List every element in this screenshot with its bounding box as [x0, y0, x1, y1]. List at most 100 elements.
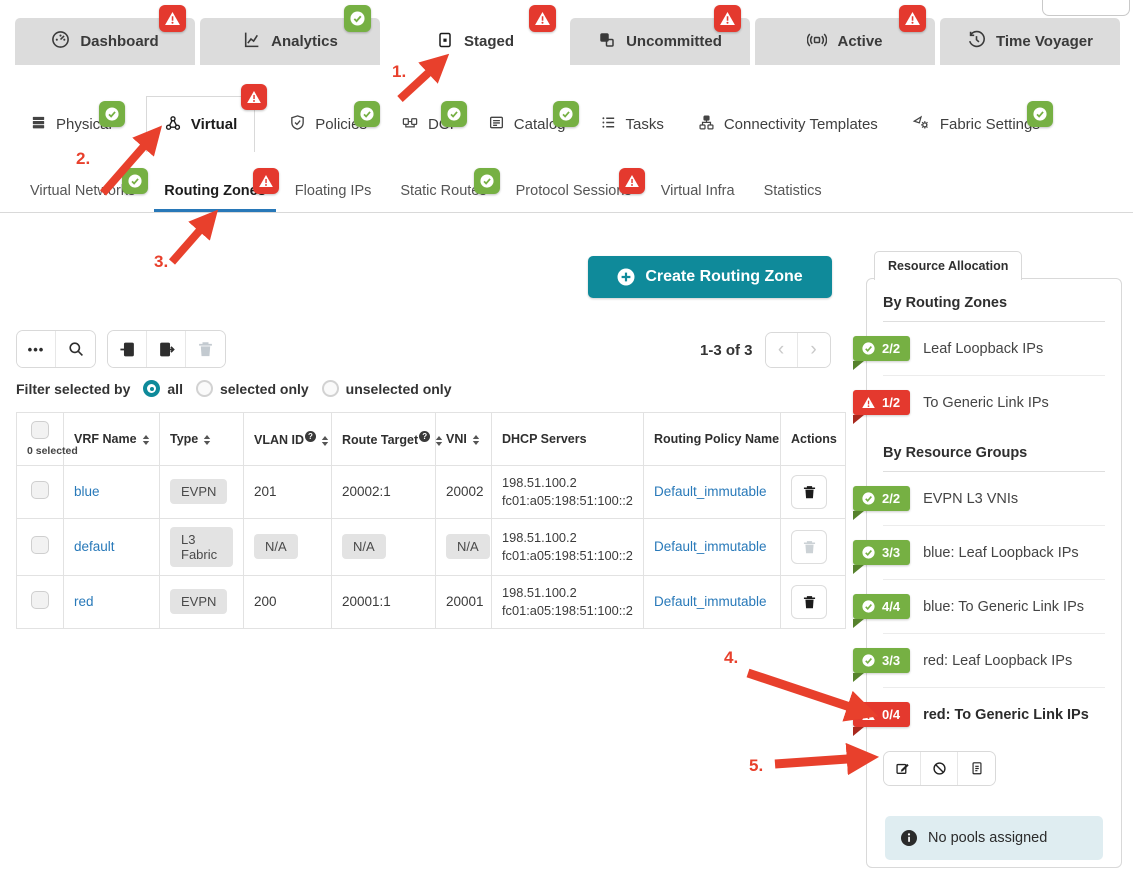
delete-selected-button[interactable]: [186, 331, 225, 367]
tab-label: Uncommitted: [626, 33, 722, 50]
allocation-item[interactable]: 3/3 red: Leaf Loopback IPs: [853, 634, 1105, 688]
dci-icon: [401, 114, 419, 135]
type-pill: EVPN: [170, 479, 228, 505]
delete-row-button[interactable]: [791, 584, 827, 619]
na-pill: N/A: [342, 534, 386, 560]
edit-allocation-button[interactable]: [884, 752, 921, 785]
prev-page-button[interactable]: ‹: [765, 333, 798, 367]
annotation-step-2: 2.: [76, 149, 91, 168]
allocation-item[interactable]: 1/2 To Generic Link IPs: [853, 376, 1105, 429]
tab-time-voyager[interactable]: Time Voyager: [940, 18, 1120, 65]
allocation-item[interactable]: 2/2 Leaf Loopback IPs: [853, 322, 1105, 376]
create-routing-zone-button[interactable]: Create Routing Zone: [588, 256, 832, 298]
tab-virtual-networks[interactable]: Virtual Networks: [30, 167, 149, 199]
tab-virtual-infra[interactable]: Virtual Infra: [661, 183, 735, 199]
success-badge: [353, 100, 380, 127]
time-voyager-icon: [967, 30, 986, 53]
routing-policy-link[interactable]: Default_immutable: [654, 484, 767, 499]
toolbar-group-right: [107, 330, 226, 368]
annotation-arrow-5: [774, 742, 880, 776]
trash-icon: [803, 540, 815, 554]
allocation-item[interactable]: 3/3 blue: Leaf Loopback IPs: [853, 526, 1105, 580]
delete-row-button[interactable]: [791, 474, 827, 509]
partial-toolbar-pill: [1042, 0, 1130, 16]
check-circle-icon: [862, 600, 875, 613]
vrf-link[interactable]: default: [74, 539, 115, 554]
allocation-item-selected[interactable]: 0/4 red: To Generic Link IPs: [853, 688, 1105, 741]
section-by-resource-groups: By Resource Groups: [883, 429, 1105, 472]
subtab-label: Virtual: [190, 116, 238, 133]
subtab-label: Tasks: [625, 115, 664, 133]
subtab-policies[interactable]: Policies: [289, 100, 380, 135]
subtab-physical[interactable]: Physical: [30, 100, 125, 135]
sort-icon: [321, 435, 329, 446]
col-vni[interactable]: VNI: [435, 412, 492, 466]
col-vrf-name[interactable]: VRF Name: [63, 412, 160, 466]
tab-floating-ips[interactable]: Floating IPs: [295, 183, 372, 199]
check-circle-icon: [862, 342, 875, 355]
radio-all[interactable]: all: [143, 380, 183, 397]
check-circle-icon: [862, 546, 875, 559]
next-page-button[interactable]: ›: [797, 333, 830, 367]
subtab-dci[interactable]: DCI: [401, 100, 467, 135]
import-button[interactable]: [108, 331, 147, 367]
col-route-target[interactable]: Route Target?: [331, 412, 443, 466]
success-badge: [440, 100, 467, 127]
resource-allocation-tab[interactable]: Resource Allocation: [874, 251, 1023, 280]
delete-row-button[interactable]: [791, 529, 827, 564]
tab-staged[interactable]: Staged: [385, 5, 565, 65]
sort-icon: [472, 434, 480, 445]
allocation-item[interactable]: 4/4 blue: To Generic Link IPs: [853, 580, 1105, 634]
routing-policy-link[interactable]: Default_immutable: [654, 594, 767, 609]
more-options-button[interactable]: •••: [17, 331, 56, 367]
pagination-buttons: ‹ ›: [764, 332, 831, 368]
tab-uncommitted[interactable]: Uncommitted: [570, 5, 750, 65]
row-checkbox[interactable]: [31, 536, 49, 555]
routing-policy-link[interactable]: Default_immutable: [654, 539, 767, 554]
clear-allocation-button[interactable]: [921, 752, 958, 785]
staged-subnav: Physical Virtual Policies Catalog Tasks …: [0, 84, 1133, 152]
subtab-catalog[interactable]: Catalog: [488, 100, 579, 135]
tab-statistics[interactable]: Statistics: [764, 183, 822, 199]
allocation-report-button[interactable]: [958, 752, 995, 785]
select-all-checkbox[interactable]: [31, 421, 49, 439]
tab-label: Staged: [463, 33, 514, 50]
tab-label: Time Voyager: [996, 33, 1093, 50]
row-checkbox[interactable]: [31, 481, 49, 500]
col-vlan-id[interactable]: VLAN ID?: [243, 412, 332, 466]
tab-static-routes[interactable]: Static Routes: [400, 167, 500, 199]
tab-dashboard[interactable]: Dashboard: [15, 5, 195, 65]
allocation-item[interactable]: 2/2 EVPN L3 VNIs: [853, 472, 1105, 526]
warning-badge: [159, 5, 186, 32]
help-icon: ?: [419, 430, 431, 442]
vrf-link[interactable]: red: [74, 594, 94, 609]
radio-selected-only[interactable]: selected only: [195, 380, 309, 397]
document-import-icon: [119, 341, 136, 358]
subtab-tasks[interactable]: Tasks: [600, 114, 664, 135]
radio-unselected-only[interactable]: unselected only: [321, 380, 451, 397]
virtual-icon: [164, 114, 182, 136]
info-icon: [901, 830, 917, 846]
trash-icon: [803, 595, 815, 608]
subtab-connectivity-templates[interactable]: Connectivity Templates: [698, 114, 878, 135]
tab-routing-zones[interactable]: Routing Zones: [154, 167, 279, 212]
annotation-step-1: 1.: [392, 62, 407, 81]
subtab-virtual[interactable]: Virtual: [145, 84, 268, 152]
col-type[interactable]: Type: [159, 412, 244, 466]
warning-badge: [252, 167, 279, 194]
export-button[interactable]: [147, 331, 186, 367]
search-button[interactable]: [56, 331, 95, 367]
row-checkbox[interactable]: [31, 591, 49, 610]
edit-icon: [895, 763, 909, 774]
dashboard-icon: [51, 30, 70, 53]
tab-analytics[interactable]: Analytics: [200, 5, 380, 65]
sort-icon: [142, 434, 149, 445]
warning-triangle-icon: [862, 709, 875, 720]
tab-active[interactable]: Active: [755, 5, 935, 65]
subtab-fabric-settings[interactable]: Fabric Settings: [912, 100, 1053, 135]
tab-protocol-sessions[interactable]: Protocol Sessions: [516, 167, 645, 199]
success-badge: [473, 167, 500, 194]
active-icon: [807, 31, 828, 53]
vrf-link[interactable]: blue: [74, 484, 100, 499]
tab-label: Analytics: [271, 33, 338, 50]
